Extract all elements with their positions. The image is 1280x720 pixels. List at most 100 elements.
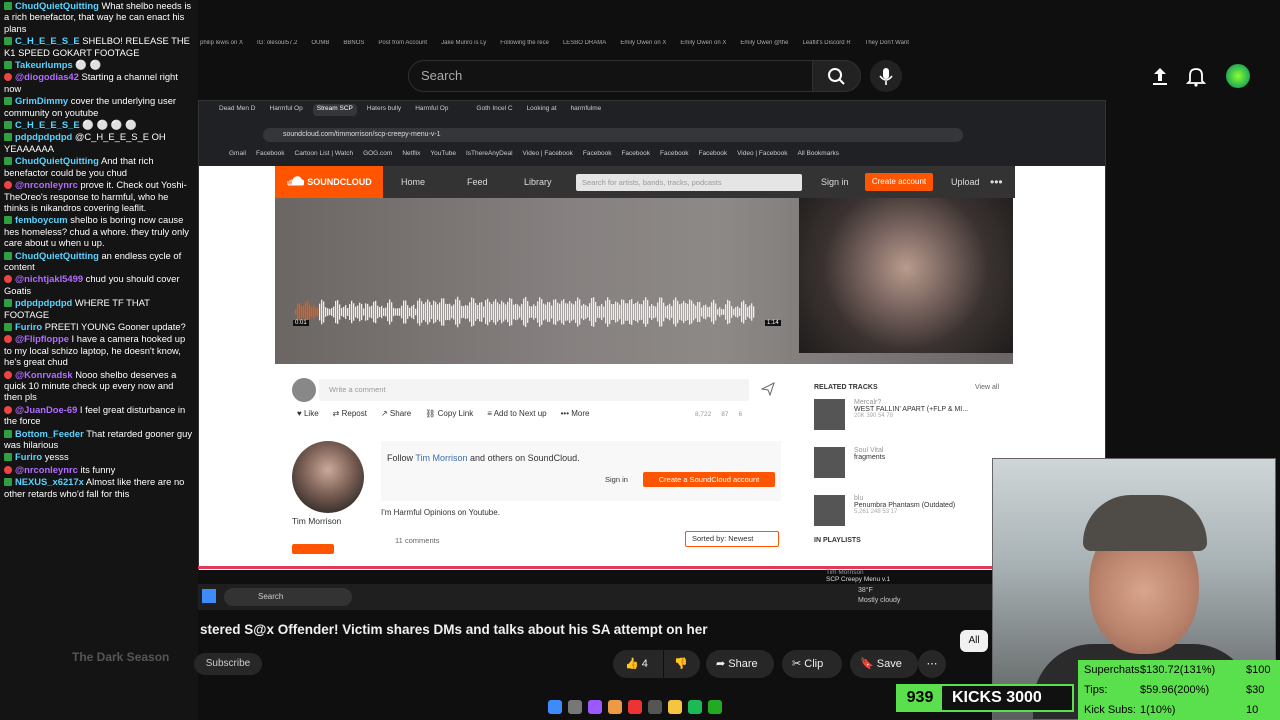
chat-username[interactable]: @nichtjakl5499 (15, 273, 83, 284)
chat-username[interactable]: C_H_E_E_S_E (15, 119, 80, 130)
chat-username[interactable]: ChudQuietQuitting (15, 155, 99, 166)
start-icon[interactable] (548, 700, 562, 714)
chat-username[interactable]: C_H_E_E_S_E (15, 35, 80, 46)
channel-name[interactable]: The Dark Season (72, 650, 169, 664)
bookmark-item[interactable]: YouTube (430, 150, 456, 162)
comment-input[interactable]: Write a comment (319, 379, 749, 401)
chat-username[interactable]: @JuanDoe-69 (15, 404, 77, 415)
folder-icon[interactable] (668, 700, 682, 714)
chrome-icon[interactable] (608, 700, 622, 714)
repost-button[interactable]: ⇄ Repost (333, 409, 367, 418)
obs-icon[interactable] (628, 700, 642, 714)
chat-username[interactable]: Takeurlumps (15, 59, 73, 70)
background-tab[interactable]: IG: olesoul57.2 (257, 40, 297, 52)
chat-username[interactable]: @Flipfloppe (15, 333, 69, 344)
like-button[interactable]: ♥ Like (297, 409, 319, 418)
chat-username[interactable]: Furiro (15, 451, 42, 462)
nav-library[interactable]: Library (524, 166, 552, 198)
send-icon[interactable] (761, 382, 775, 396)
nav-home[interactable]: Home (401, 166, 425, 198)
chat-username[interactable]: GrimDimmy (15, 95, 68, 106)
like-button[interactable]: 👍 4 (613, 650, 663, 678)
bookmark-item[interactable]: GOG.com (363, 150, 392, 162)
dislike-button[interactable]: 👎 (664, 650, 700, 678)
bookmark-item[interactable]: Facebook (699, 150, 728, 162)
bookmark-item[interactable]: Facebook (583, 150, 612, 162)
notifications-button[interactable] (1184, 64, 1208, 88)
browser-tab[interactable]: Stream SCP (312, 104, 357, 116)
browser-tab[interactable]: Haters bully (363, 104, 405, 116)
upload-link[interactable]: Upload (951, 166, 980, 198)
background-tab[interactable]: Post from Account (378, 40, 427, 52)
follow-button[interactable] (292, 544, 334, 554)
chat-username[interactable]: @nrconleynrc (15, 464, 78, 475)
bookmark-item[interactable]: Video | Facebook (737, 150, 787, 162)
background-tab[interactable]: BBNOS (343, 40, 364, 52)
voice-search-button[interactable] (870, 60, 902, 92)
share-button[interactable]: ↗ Share (381, 409, 411, 418)
bookmark-item[interactable]: IsThereAnyDeal (466, 150, 513, 162)
background-tab[interactable]: Jake Munro is Ly (441, 40, 486, 52)
spotify-icon[interactable] (688, 700, 702, 714)
sign-in-link[interactable]: Sign in (821, 166, 849, 198)
follow-artist-link[interactable]: Tim Morrison (415, 453, 467, 463)
xbox-icon[interactable] (708, 700, 722, 714)
artist-avatar[interactable] (292, 441, 364, 513)
bookmark-item[interactable]: Gmail (229, 150, 246, 162)
follow-sign-in[interactable]: Sign in (605, 475, 628, 484)
chat-username[interactable]: @nrconleynrc (15, 179, 78, 190)
share-button[interactable]: ➦ Share (706, 650, 774, 678)
bookmark-item[interactable]: Cartoon List | Watch (295, 150, 354, 162)
background-tab[interactable]: LESBO DRAMA (563, 40, 606, 52)
browser-tab[interactable]: Goth Incel C (472, 104, 516, 116)
background-tab[interactable]: OUMB (311, 40, 329, 52)
bookmark-item[interactable]: Facebook (256, 150, 285, 162)
bookmark-item[interactable]: Facebook (660, 150, 689, 162)
waveform[interactable] (295, 290, 765, 334)
chat-username[interactable]: @Konrvadsk (15, 369, 73, 380)
background-tab[interactable]: Following the rece (500, 40, 549, 52)
search-taskbar-icon[interactable] (568, 700, 582, 714)
taskbar-search[interactable]: Search (224, 588, 352, 606)
address-bar[interactable]: soundcloud.com/timmorrison/scp-creepy-me… (263, 128, 963, 142)
more-menu-icon[interactable]: ••• (990, 166, 1003, 198)
copy-link-button[interactable]: ⛓ Copy Link (425, 409, 473, 418)
windows-start-icon[interactable] (202, 589, 216, 603)
related-track[interactable]: blu Penumbra Phantasm (Outdated) 5,261 248… (814, 495, 999, 535)
browser-tab[interactable]: harmfulme (567, 104, 606, 116)
related-view-all[interactable]: View all (975, 384, 999, 391)
artist-name[interactable]: Tim Morrison (292, 516, 341, 526)
bookmark-item[interactable]: Video | Facebook (523, 150, 573, 162)
nav-feed[interactable]: Feed (467, 166, 488, 198)
background-tab[interactable]: Emily Owen @the (740, 40, 788, 52)
chat-username[interactable]: pdpdpdpdpd (15, 297, 72, 308)
clip-button[interactable]: ✂ Clip (782, 650, 842, 678)
search-button[interactable] (813, 60, 861, 92)
soundcloud-search-input[interactable]: Search for artists, bands, tracks, podca… (576, 174, 802, 191)
chat-username[interactable]: ChudQuietQuitting (15, 0, 99, 11)
background-tab[interactable]: Leaflit's Discord R (802, 40, 850, 52)
upload-button[interactable] (1148, 64, 1172, 88)
youtube-search-input[interactable]: Search (408, 60, 813, 92)
related-track[interactable]: Mercalr? WEST FALLIN' APART (+FLP & MI...… (814, 399, 999, 439)
more-actions-button[interactable]: ⋯ (918, 650, 946, 678)
bookmark-item[interactable]: Facebook (621, 150, 650, 162)
soundcloud-logo[interactable]: SOUNDCLOUD (275, 166, 383, 198)
save-button[interactable]: 🔖 Save (850, 650, 918, 678)
background-tab[interactable]: They Don't Want (865, 40, 909, 52)
sort-dropdown[interactable]: Sorted by: Newest (685, 531, 779, 547)
background-tab[interactable]: Emily Owen on X (620, 40, 666, 52)
browser-tab[interactable]: Harmful Op (411, 104, 452, 116)
browser-tab[interactable]: Looking at (523, 104, 561, 116)
background-tab[interactable]: Emily Owen on X (680, 40, 726, 52)
bookmark-item[interactable]: All Bookmarks (797, 150, 839, 162)
create-account-button[interactable]: Create account (865, 173, 933, 191)
add-to-next-up-button[interactable]: ≡ Add to Next up (487, 409, 546, 418)
chip-all[interactable]: All (960, 630, 988, 652)
chat-username[interactable]: Furiro (15, 321, 42, 332)
subscribe-button[interactable]: Subscribe (194, 653, 262, 675)
more-button[interactable]: ••• More (561, 409, 590, 418)
terminal-icon[interactable] (648, 700, 662, 714)
chat-username[interactable]: NEXUS_x6217x (15, 476, 84, 487)
background-tab[interactable]: philip lewis on X (200, 40, 243, 52)
